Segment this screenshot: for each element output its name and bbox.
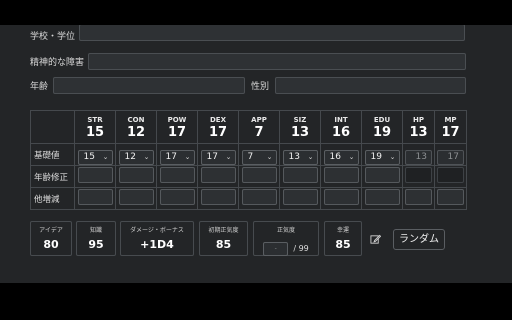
stats-corner: [30, 110, 75, 144]
san-input[interactable]: -: [263, 241, 289, 256]
stat-header-dex: DEX 17: [197, 110, 239, 144]
app-base-select[interactable]: 7 ⌄: [241, 149, 277, 165]
luck-box: 幸運 85: [324, 221, 362, 256]
mp-age-mod-input: [437, 166, 464, 183]
stat-header-str: STR 15: [74, 110, 116, 144]
hp-age-mod-input: [405, 166, 432, 183]
base-value-label: 基礎値: [30, 143, 75, 166]
luck-value: 85: [335, 238, 351, 251]
stat-header-edu: EDU 19: [361, 110, 403, 144]
dex-other-mod-input[interactable]: [200, 188, 236, 205]
san-label: 正気度: [276, 227, 295, 234]
chevron-down-icon: ⌄: [348, 153, 355, 162]
hp-other-mod-input[interactable]: [405, 188, 432, 205]
int-other-mod-input[interactable]: [323, 188, 359, 205]
mental-disorder-label: 精神的な障害: [30, 58, 85, 68]
str-base-select[interactable]: 15 ⌄: [77, 149, 113, 165]
age-mod-label: 年齢修正: [30, 165, 75, 188]
pow-age-mod-input[interactable]: [159, 166, 195, 183]
age-gender-row: 年齢 性別: [30, 77, 466, 94]
str-other-mod-input[interactable]: [77, 188, 113, 205]
random-button[interactable]: ランダム: [393, 229, 445, 250]
stat-header-int: INT 16: [320, 110, 362, 144]
san-box: 正気度 - / 99: [253, 221, 319, 256]
chevron-down-icon: ⌄: [184, 153, 191, 162]
dex-age-mod-input[interactable]: [200, 166, 236, 183]
gender-label: 性別: [251, 82, 270, 92]
pow-other-mod-input[interactable]: [159, 188, 195, 205]
edu-age-mod-input[interactable]: [364, 166, 400, 183]
pow-base-select[interactable]: 17 ⌄: [159, 149, 195, 165]
damage-bonus-box: ダメージ・ボーナス +1D4: [120, 221, 194, 256]
chevron-down-icon: ⌄: [307, 153, 314, 162]
initial-san-box: 初期正気度 85: [199, 221, 248, 256]
siz-base-select[interactable]: 13 ⌄: [282, 149, 318, 165]
stat-header-app: APP 7: [238, 110, 280, 144]
mp-other-mod-input[interactable]: [437, 188, 464, 205]
stat-header-con: CON 12: [115, 110, 157, 144]
age-mod-row: 年齢修正: [30, 165, 467, 188]
base-value-row: 基礎値 15 ⌄ 12 ⌄ 17 ⌄ 17 ⌄ 7 ⌄ 13 ⌄ 16 ⌄ 19 ⌄ 13 17: [30, 143, 467, 166]
con-base-select[interactable]: 12 ⌄: [118, 149, 154, 165]
school-label: 学校・学位: [30, 32, 76, 42]
initial-san-label: 初期正気度: [208, 227, 239, 234]
age-input[interactable]: [53, 77, 245, 94]
mental-disorder-input[interactable]: [88, 53, 466, 70]
idea-label: アイデア: [39, 227, 63, 234]
other-mod-label: 他増減: [30, 187, 75, 210]
chevron-down-icon: ⌄: [266, 153, 273, 162]
con-other-mod-input[interactable]: [118, 188, 154, 205]
other-mod-row: 他増減: [30, 187, 467, 210]
luck-label: 幸運: [336, 227, 349, 234]
stat-header-siz: SIZ 13: [279, 110, 321, 144]
hp-base-value: 13: [405, 150, 432, 165]
damage-bonus-value: +1D4: [140, 238, 174, 251]
san-max: / 99: [293, 244, 309, 253]
school-input[interactable]: [79, 25, 465, 41]
siz-other-mod-input[interactable]: [282, 188, 318, 205]
idea-value: 80: [43, 238, 59, 251]
school-row: 学校・学位: [30, 25, 465, 42]
stat-header-pow: POW 17: [156, 110, 198, 144]
chevron-down-icon: ⌄: [225, 153, 232, 162]
stats-header-row: STR 15 CON 12 POW 17 DEX 17 APP 7 SIZ 13 INT 16…: [30, 110, 467, 144]
screen: 学校・学位 精神的な障害 年齢 性別 STR 15 CON 12 POW 17 DEX…: [0, 0, 512, 320]
knowledge-value: 95: [88, 238, 104, 251]
chevron-down-icon: ⌄: [143, 153, 150, 162]
gender-input[interactable]: [275, 77, 466, 94]
knowledge-box: 知識 95: [76, 221, 116, 256]
chevron-down-icon: ⌄: [389, 153, 396, 162]
damage-bonus-label: ダメージ・ボーナス: [130, 227, 184, 234]
stat-header-hp: HP 13: [402, 110, 435, 144]
mental-disorder-row: 精神的な障害: [30, 53, 466, 70]
con-age-mod-input[interactable]: [118, 166, 154, 183]
dex-base-select[interactable]: 17 ⌄: [200, 149, 236, 165]
mp-base-value: 17: [437, 150, 464, 165]
stat-header-mp: MP 17: [434, 110, 467, 144]
app-other-mod-input[interactable]: [241, 188, 277, 205]
edu-other-mod-input[interactable]: [364, 188, 400, 205]
stats-table: STR 15 CON 12 POW 17 DEX 17 APP 7 SIZ 13 INT 16…: [30, 110, 467, 210]
siz-age-mod-input[interactable]: [282, 166, 318, 183]
int-base-select[interactable]: 16 ⌄: [323, 149, 359, 165]
int-age-mod-input[interactable]: [323, 166, 359, 183]
edit-icon[interactable]: [370, 234, 381, 245]
age-label: 年齢: [30, 82, 49, 92]
edu-base-select[interactable]: 19 ⌄: [364, 149, 400, 165]
initial-san-value: 85: [215, 238, 232, 251]
app-age-mod-input[interactable]: [241, 166, 277, 183]
knowledge-label: 知識: [89, 227, 102, 234]
chevron-down-icon: ⌄: [102, 153, 109, 162]
str-age-mod-input[interactable]: [77, 166, 113, 183]
idea-box: アイデア 80: [30, 221, 72, 256]
